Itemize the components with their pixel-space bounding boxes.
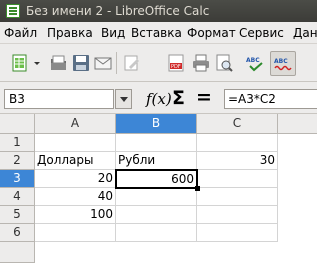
toolbar-separator bbox=[116, 52, 117, 74]
menu-file[interactable]: Файл bbox=[4, 26, 37, 40]
cell-a2[interactable]: Доллары bbox=[35, 152, 116, 170]
cell-b6[interactable] bbox=[116, 224, 197, 242]
formula-equals-icon[interactable]: = bbox=[196, 86, 212, 108]
menu-view[interactable]: Вид bbox=[101, 26, 125, 40]
menu-insert[interactable]: Вставка bbox=[131, 26, 182, 40]
print-icon[interactable] bbox=[192, 54, 210, 72]
cell-b1[interactable] bbox=[116, 134, 197, 152]
standard-toolbar: PDF ABC ABC bbox=[0, 44, 317, 82]
title-bar: Без имени 2 - LibreOffice Calc bbox=[0, 0, 317, 22]
cell-b2[interactable]: Рубли bbox=[116, 152, 197, 170]
autospellcheck-toggle[interactable]: ABC bbox=[270, 51, 296, 76]
autofill-handle[interactable] bbox=[195, 186, 200, 191]
menu-edit[interactable]: Правка bbox=[47, 26, 93, 40]
open-folder-icon[interactable] bbox=[50, 54, 68, 72]
row-header-5[interactable]: 5 bbox=[0, 206, 35, 224]
column-header-b[interactable]: B bbox=[116, 114, 197, 134]
print-preview-icon[interactable] bbox=[215, 54, 233, 72]
cell-b3-active[interactable]: 600 bbox=[115, 169, 198, 189]
new-document-icon[interactable] bbox=[11, 54, 29, 72]
calc-app-icon bbox=[6, 4, 20, 18]
svg-text:ABC: ABC bbox=[274, 58, 288, 65]
cell-a6[interactable] bbox=[35, 224, 116, 242]
save-icon[interactable] bbox=[72, 54, 90, 72]
cell-c4[interactable] bbox=[197, 188, 278, 206]
select-all-corner[interactable] bbox=[0, 114, 35, 134]
menu-bar: Файл Правка Вид Вставка Формат Сервис Да… bbox=[0, 22, 318, 44]
menu-tools[interactable]: Сервис bbox=[239, 26, 284, 40]
email-icon[interactable] bbox=[94, 54, 112, 72]
spreadsheet-grid: A B C 1 2 3 4 5 6 Доллары Рубли 30 20 60… bbox=[0, 114, 317, 263]
cell-c2[interactable]: 30 bbox=[197, 152, 278, 170]
window-title: Без имени 2 - LibreOffice Calc bbox=[26, 4, 210, 18]
row-header-2[interactable]: 2 bbox=[0, 152, 35, 170]
chevron-down-icon[interactable] bbox=[33, 54, 41, 72]
row-header-3[interactable]: 3 bbox=[0, 170, 35, 188]
cell-b4[interactable] bbox=[116, 188, 197, 206]
cell-a1[interactable] bbox=[35, 134, 116, 152]
row-header-1[interactable]: 1 bbox=[0, 134, 35, 152]
cell-b5[interactable] bbox=[116, 206, 197, 224]
row-header-4[interactable]: 4 bbox=[0, 188, 35, 206]
sum-icon[interactable]: Σ bbox=[172, 87, 185, 109]
spellcheck-icon[interactable]: ABC bbox=[246, 54, 266, 72]
column-header-c[interactable]: C bbox=[197, 114, 278, 134]
cell-a5[interactable]: 100 bbox=[35, 206, 116, 224]
formula-bar: B3 f(x) Σ = =A3*C2 bbox=[0, 82, 317, 114]
edit-file-icon[interactable] bbox=[123, 54, 141, 72]
autospellcheck-icon: ABC bbox=[274, 58, 292, 71]
cell-c5[interactable] bbox=[197, 206, 278, 224]
cell-c6[interactable] bbox=[197, 224, 278, 242]
svg-text:ABC: ABC bbox=[246, 57, 260, 64]
menu-data[interactable]: Дан bbox=[293, 26, 318, 40]
menu-format[interactable]: Формат bbox=[187, 26, 236, 40]
function-wizard-icon[interactable]: f(x) bbox=[146, 90, 172, 108]
cell-a4[interactable]: 40 bbox=[35, 188, 116, 206]
row-header-7[interactable] bbox=[0, 242, 35, 263]
cell-c3[interactable] bbox=[197, 170, 278, 188]
export-pdf-icon[interactable]: PDF bbox=[167, 54, 185, 72]
cell-a3[interactable]: 20 bbox=[35, 170, 116, 188]
name-box-dropdown-button[interactable] bbox=[115, 89, 132, 109]
svg-text:PDF: PDF bbox=[171, 64, 181, 70]
row-header-6[interactable]: 6 bbox=[0, 224, 35, 242]
name-box[interactable]: B3 bbox=[4, 89, 114, 109]
column-header-a[interactable]: A bbox=[35, 114, 116, 134]
column-header-d[interactable] bbox=[278, 114, 317, 134]
formula-input[interactable]: =A3*C2 bbox=[224, 89, 317, 109]
cell-c1[interactable] bbox=[197, 134, 278, 152]
